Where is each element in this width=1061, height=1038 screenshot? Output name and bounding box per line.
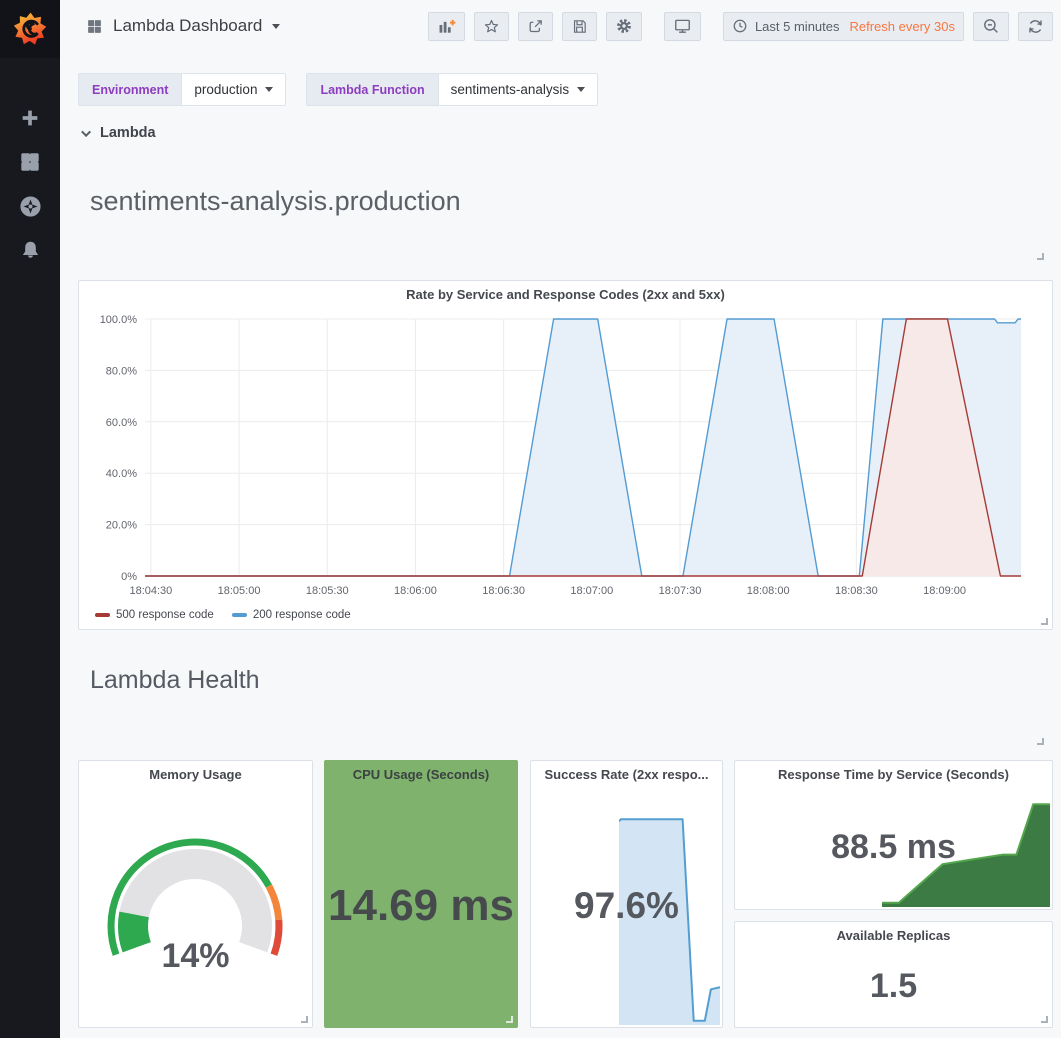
filter-environment-label: Environment <box>79 74 181 105</box>
template-variables: Environment production Lambda Function s… <box>78 73 598 106</box>
panel-available-replicas: Available Replicas 1.5 <box>734 921 1053 1028</box>
function-title-text-panel: sentiments-analysis.production <box>90 186 461 217</box>
refresh-interval-label: Refresh every 30s <box>850 19 956 34</box>
panel-title[interactable]: Success Rate (2xx respo... <box>531 767 722 782</box>
filter-environment-value-dropdown[interactable]: production <box>181 74 285 105</box>
sidebar-create-button[interactable] <box>0 96 60 140</box>
chevron-down-icon <box>81 127 91 137</box>
svg-text:18:05:30: 18:05:30 <box>306 585 349 597</box>
svg-text:18:07:30: 18:07:30 <box>659 585 702 597</box>
filter-environment: Environment production <box>78 73 286 106</box>
svg-text:80.0%: 80.0% <box>106 365 137 377</box>
dashboard-title-menu[interactable]: Lambda Dashboard <box>86 16 280 36</box>
filter-lambda-function: Lambda Function sentiments-analysis <box>306 73 598 106</box>
tv-mode-button[interactable] <box>664 12 701 41</box>
zoom-out-button[interactable] <box>973 12 1009 41</box>
legend-item-200[interactable]: 200 response code <box>232 609 351 621</box>
filter-lambda-function-value-dropdown[interactable]: sentiments-analysis <box>438 74 598 105</box>
legend-item-500[interactable]: 500 response code <box>95 609 214 621</box>
save-button[interactable] <box>562 12 597 41</box>
share-icon <box>527 18 544 35</box>
success-rate-value: 97.6% <box>574 885 679 927</box>
share-button[interactable] <box>518 12 553 41</box>
gear-icon <box>615 17 633 35</box>
save-icon <box>571 18 588 35</box>
zoom-out-icon <box>982 17 1000 35</box>
response-time-value: 88.5 ms <box>831 828 956 867</box>
star-button[interactable] <box>474 12 509 41</box>
time-range-button[interactable]: Last 5 minutes Refresh every 30s <box>723 12 964 41</box>
dashboard-title: Lambda Dashboard <box>113 16 262 36</box>
sidebar-explore-button[interactable] <box>0 184 60 228</box>
panel-title[interactable]: Response Time by Service (Seconds) <box>735 767 1052 782</box>
sidebar-dashboards-button[interactable] <box>0 140 60 184</box>
panel-resize-handle[interactable] <box>1041 618 1048 625</box>
panel-title[interactable]: Rate by Service and Response Codes (2xx … <box>79 287 1052 302</box>
dashboards-grid-icon <box>19 151 41 173</box>
legend-label-500: 500 response code <box>116 609 214 621</box>
plus-icon <box>19 107 41 129</box>
chart-legend: 500 response code 200 response code <box>95 609 351 621</box>
health-title-text-panel: Lambda Health <box>90 666 260 695</box>
panel-resize-handle[interactable] <box>1037 738 1044 745</box>
filter-lambda-function-label: Lambda Function <box>307 74 437 105</box>
panel-resize-handle[interactable] <box>301 1016 308 1023</box>
panel-title[interactable]: CPU Usage (Seconds) <box>325 767 517 782</box>
add-panel-icon <box>437 18 456 35</box>
time-range-label: Last 5 minutes <box>755 19 840 34</box>
chevron-down-icon <box>577 87 585 92</box>
settings-button[interactable] <box>606 12 642 41</box>
svg-text:0%: 0% <box>121 571 137 583</box>
panel-rate-by-service: Rate by Service and Response Codes (2xx … <box>78 280 1053 630</box>
panel-success-rate: Success Rate (2xx respo... 97.6% <box>530 760 723 1028</box>
chevron-down-icon <box>272 24 280 29</box>
legend-swatch-500 <box>95 613 110 617</box>
add-panel-button[interactable] <box>428 12 465 41</box>
panel-title[interactable]: Memory Usage <box>79 767 312 782</box>
legend-label-200: 200 response code <box>253 609 351 621</box>
svg-text:18:08:00: 18:08:00 <box>747 585 790 597</box>
svg-text:18:06:30: 18:06:30 <box>482 585 525 597</box>
alerting-bell-icon <box>20 240 41 261</box>
chevron-down-icon <box>265 87 273 92</box>
refresh-button[interactable] <box>1018 12 1053 41</box>
filter-environment-value: production <box>194 82 257 97</box>
star-icon <box>483 18 500 35</box>
toolbar: Last 5 minutes Refresh every 30s <box>419 12 1053 41</box>
svg-text:18:09:00: 18:09:00 <box>923 585 966 597</box>
available-replicas-value: 1.5 <box>870 967 917 1006</box>
svg-text:18:06:00: 18:06:00 <box>394 585 437 597</box>
rate-chart-plot[interactable]: 18:04:30 18:05:00 18:05:30 18:06:00 18:06:30… <box>87 309 1044 601</box>
svg-text:60.0%: 60.0% <box>106 417 137 429</box>
cpu-usage-value: 14.69 ms <box>328 881 514 931</box>
svg-text:18:08:30: 18:08:30 <box>835 585 878 597</box>
panel-cpu-usage: CPU Usage (Seconds) 14.69 ms <box>324 760 518 1028</box>
dashboard-grid-icon <box>86 18 103 35</box>
refresh-icon <box>1027 18 1044 35</box>
grafana-dashboard-page: Lambda Dashboard <box>0 0 1061 1038</box>
grafana-flame-icon <box>11 10 49 48</box>
svg-text:40.0%: 40.0% <box>106 468 137 480</box>
panel-title[interactable]: Available Replicas <box>735 928 1052 943</box>
sidebar <box>0 0 60 1038</box>
panel-resize-handle[interactable] <box>1037 253 1044 260</box>
explore-compass-icon <box>19 195 42 218</box>
sidebar-alerting-button[interactable] <box>0 228 60 272</box>
grafana-logo[interactable] <box>0 0 60 58</box>
svg-text:18:04:30: 18:04:30 <box>129 585 172 597</box>
legend-swatch-200 <box>232 613 247 617</box>
dashboard-header: Lambda Dashboard <box>60 0 1061 52</box>
svg-text:20.0%: 20.0% <box>106 520 137 532</box>
memory-usage-value: 14% <box>79 937 312 976</box>
panel-response-time: Response Time by Service (Seconds) 88.5 … <box>734 760 1053 910</box>
clock-icon <box>732 18 748 34</box>
filter-lambda-function-value: sentiments-analysis <box>451 82 570 97</box>
row-lambda-toggle[interactable]: Lambda <box>84 125 156 141</box>
row-lambda-title: Lambda <box>100 125 156 141</box>
panel-memory-usage: Memory Usage 14% <box>78 760 313 1028</box>
svg-text:100.0%: 100.0% <box>100 314 138 326</box>
monitor-icon <box>673 17 692 35</box>
svg-text:18:07:00: 18:07:00 <box>570 585 613 597</box>
svg-text:18:05:00: 18:05:00 <box>218 585 261 597</box>
